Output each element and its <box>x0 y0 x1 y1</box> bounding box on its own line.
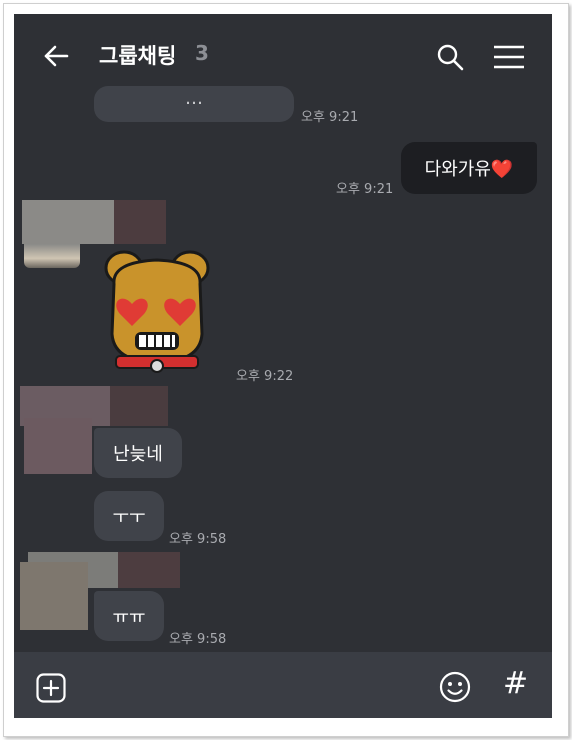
message-time: 오후 9:21 <box>336 182 394 197</box>
message-bubble-other[interactable]: ㅜㅜ <box>94 491 164 541</box>
chat-screen: 그룹채팅 3 … 오후 9:21 오후 9:21 다와가유❤️ 오후 9:22 … <box>14 14 552 718</box>
message-bubble-other[interactable]: ㅠㅠ <box>94 591 164 641</box>
sticker-heart-eyes-dog[interactable] <box>102 244 212 374</box>
search-icon[interactable] <box>436 43 464 71</box>
chat-header: 그룹채팅 3 <box>14 14 552 94</box>
message-time: 오후 9:22 <box>236 369 294 384</box>
message-time: 오후 9:58 <box>169 632 227 647</box>
emoji-icon[interactable] <box>439 671 471 703</box>
profile-blur <box>118 552 180 588</box>
back-arrow-icon[interactable] <box>42 42 70 70</box>
member-count: 3 <box>195 41 209 65</box>
plus-icon[interactable] <box>36 673 66 703</box>
message-bubble-other[interactable]: … <box>94 86 294 122</box>
chat-input-bar <box>14 652 552 718</box>
message-text: ㅠㅠ <box>112 607 146 628</box>
message-text: 다와가유❤️ <box>424 159 514 180</box>
message-text: 난늦네 <box>113 444 163 465</box>
menu-icon[interactable] <box>493 44 525 70</box>
profile-blur <box>114 200 166 244</box>
message-bubble-other[interactable]: 난늦네 <box>94 428 182 478</box>
avatar <box>24 418 92 474</box>
message-text: … <box>185 88 203 109</box>
avatar <box>20 562 88 630</box>
message-time: 오후 9:58 <box>169 532 227 547</box>
message-time: 오후 9:21 <box>301 110 359 125</box>
avatar <box>24 244 80 268</box>
hash-icon[interactable]: # <box>503 666 528 701</box>
message-bubble-mine[interactable]: 다와가유❤️ <box>401 142 537 194</box>
chat-title: 그룹채팅 <box>99 44 177 68</box>
message-text: ㅜㅜ <box>112 507 146 528</box>
profile-blur <box>110 386 168 426</box>
profile-blur <box>22 200 114 244</box>
